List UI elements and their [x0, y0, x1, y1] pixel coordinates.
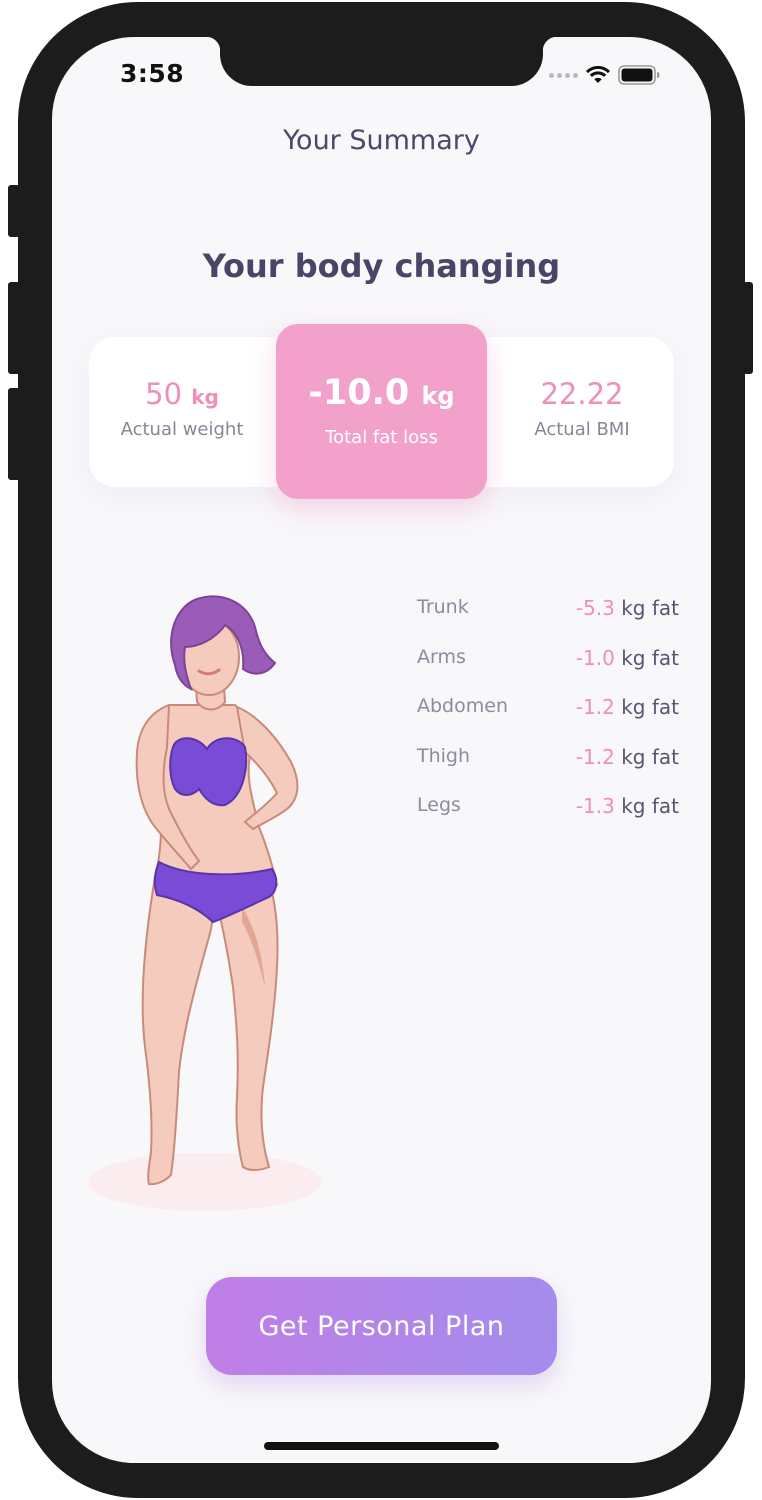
status-time: 3:58: [120, 59, 185, 88]
actual-weight-value: 50: [145, 377, 183, 411]
screen: 3:58 Your Summary Your body changing 50 …: [52, 37, 711, 1463]
actual-weight-value-line: 50 kg: [92, 377, 272, 411]
actual-bmi-stat: 22.22 Actual BMI: [492, 377, 672, 440]
actual-bmi-label: Actual BMI: [534, 419, 630, 440]
fat-loss-row: Legs -1.3 kg fat: [417, 790, 679, 840]
fat-loss-part: Arms: [417, 645, 466, 668]
status-indicators: [549, 63, 660, 87]
actual-weight-stat: 50 kg Actual weight: [92, 377, 272, 440]
fat-loss-unit: kg fat: [621, 794, 679, 818]
actual-weight-label: Actual weight: [120, 419, 244, 440]
notch: [206, 37, 557, 86]
fat-loss-row: Arms -1.0 kg fat: [417, 642, 679, 692]
fat-loss-row: Thigh -1.2 kg fat: [417, 741, 679, 791]
fat-loss-unit: kg fat: [621, 596, 679, 620]
fat-loss-part: Trunk: [417, 596, 469, 618]
total-fat-loss-label: Total fat loss: [325, 427, 438, 448]
fat-loss-part: Abdomen: [417, 695, 508, 717]
fat-loss-value: -1.2: [575, 744, 615, 769]
fat-loss-row: Abdomen -1.2 kg fat: [417, 691, 679, 741]
fat-loss-unit: kg fat: [621, 695, 679, 719]
fat-loss-part: Thigh: [417, 744, 471, 767]
fat-loss-value-line: -1.2 kg fat: [576, 745, 679, 769]
volume-down-button: [8, 388, 20, 480]
home-indicator[interactable]: [264, 1442, 499, 1450]
fat-loss-value-line: -1.3 kg fat: [576, 794, 679, 818]
actual-weight-unit: kg: [191, 385, 219, 409]
volume-up-button: [8, 282, 20, 374]
total-fat-loss-value: -10.0: [308, 373, 410, 413]
wifi-icon: [586, 66, 610, 83]
cellular-signal-icon: [549, 72, 578, 78]
fat-loss-value: -1.3: [575, 794, 615, 818]
actual-bmi-value: 22.22: [540, 377, 624, 411]
body-figure-illustration: [88, 595, 322, 1211]
fat-loss-value: -1.2: [575, 695, 615, 719]
battery-icon: [618, 65, 660, 85]
page-title: Your Summary: [283, 125, 480, 156]
fat-loss-value-line: -1.2 kg fat: [576, 695, 679, 719]
silent-switch: [8, 185, 20, 237]
power-button: [743, 282, 753, 374]
fat-loss-unit: kg fat: [621, 645, 679, 670]
fat-loss-value-line: -1.0 kg fat: [576, 646, 679, 670]
section-title: Your body changing: [202, 247, 561, 285]
fat-loss-value: -5.3: [575, 596, 615, 620]
total-fat-loss-value-line: -10.0 kg: [276, 373, 487, 413]
get-personal-plan-button[interactable]: Get Personal Plan: [206, 1277, 557, 1375]
fat-loss-value-line: -5.3 kg fat: [576, 596, 679, 620]
fat-loss-part: Legs: [417, 794, 461, 816]
fat-loss-row: Trunk -5.3 kg fat: [417, 592, 679, 642]
fat-loss-unit: kg fat: [621, 744, 679, 769]
total-fat-loss-unit: kg: [421, 382, 455, 410]
fat-loss-list: Trunk -5.3 kg fat Arms -1.0 kg fat Abdom…: [417, 592, 679, 840]
total-fat-loss-stat: -10.0 kg Total fat loss: [276, 324, 487, 499]
fat-loss-value: -1.0: [575, 645, 615, 670]
